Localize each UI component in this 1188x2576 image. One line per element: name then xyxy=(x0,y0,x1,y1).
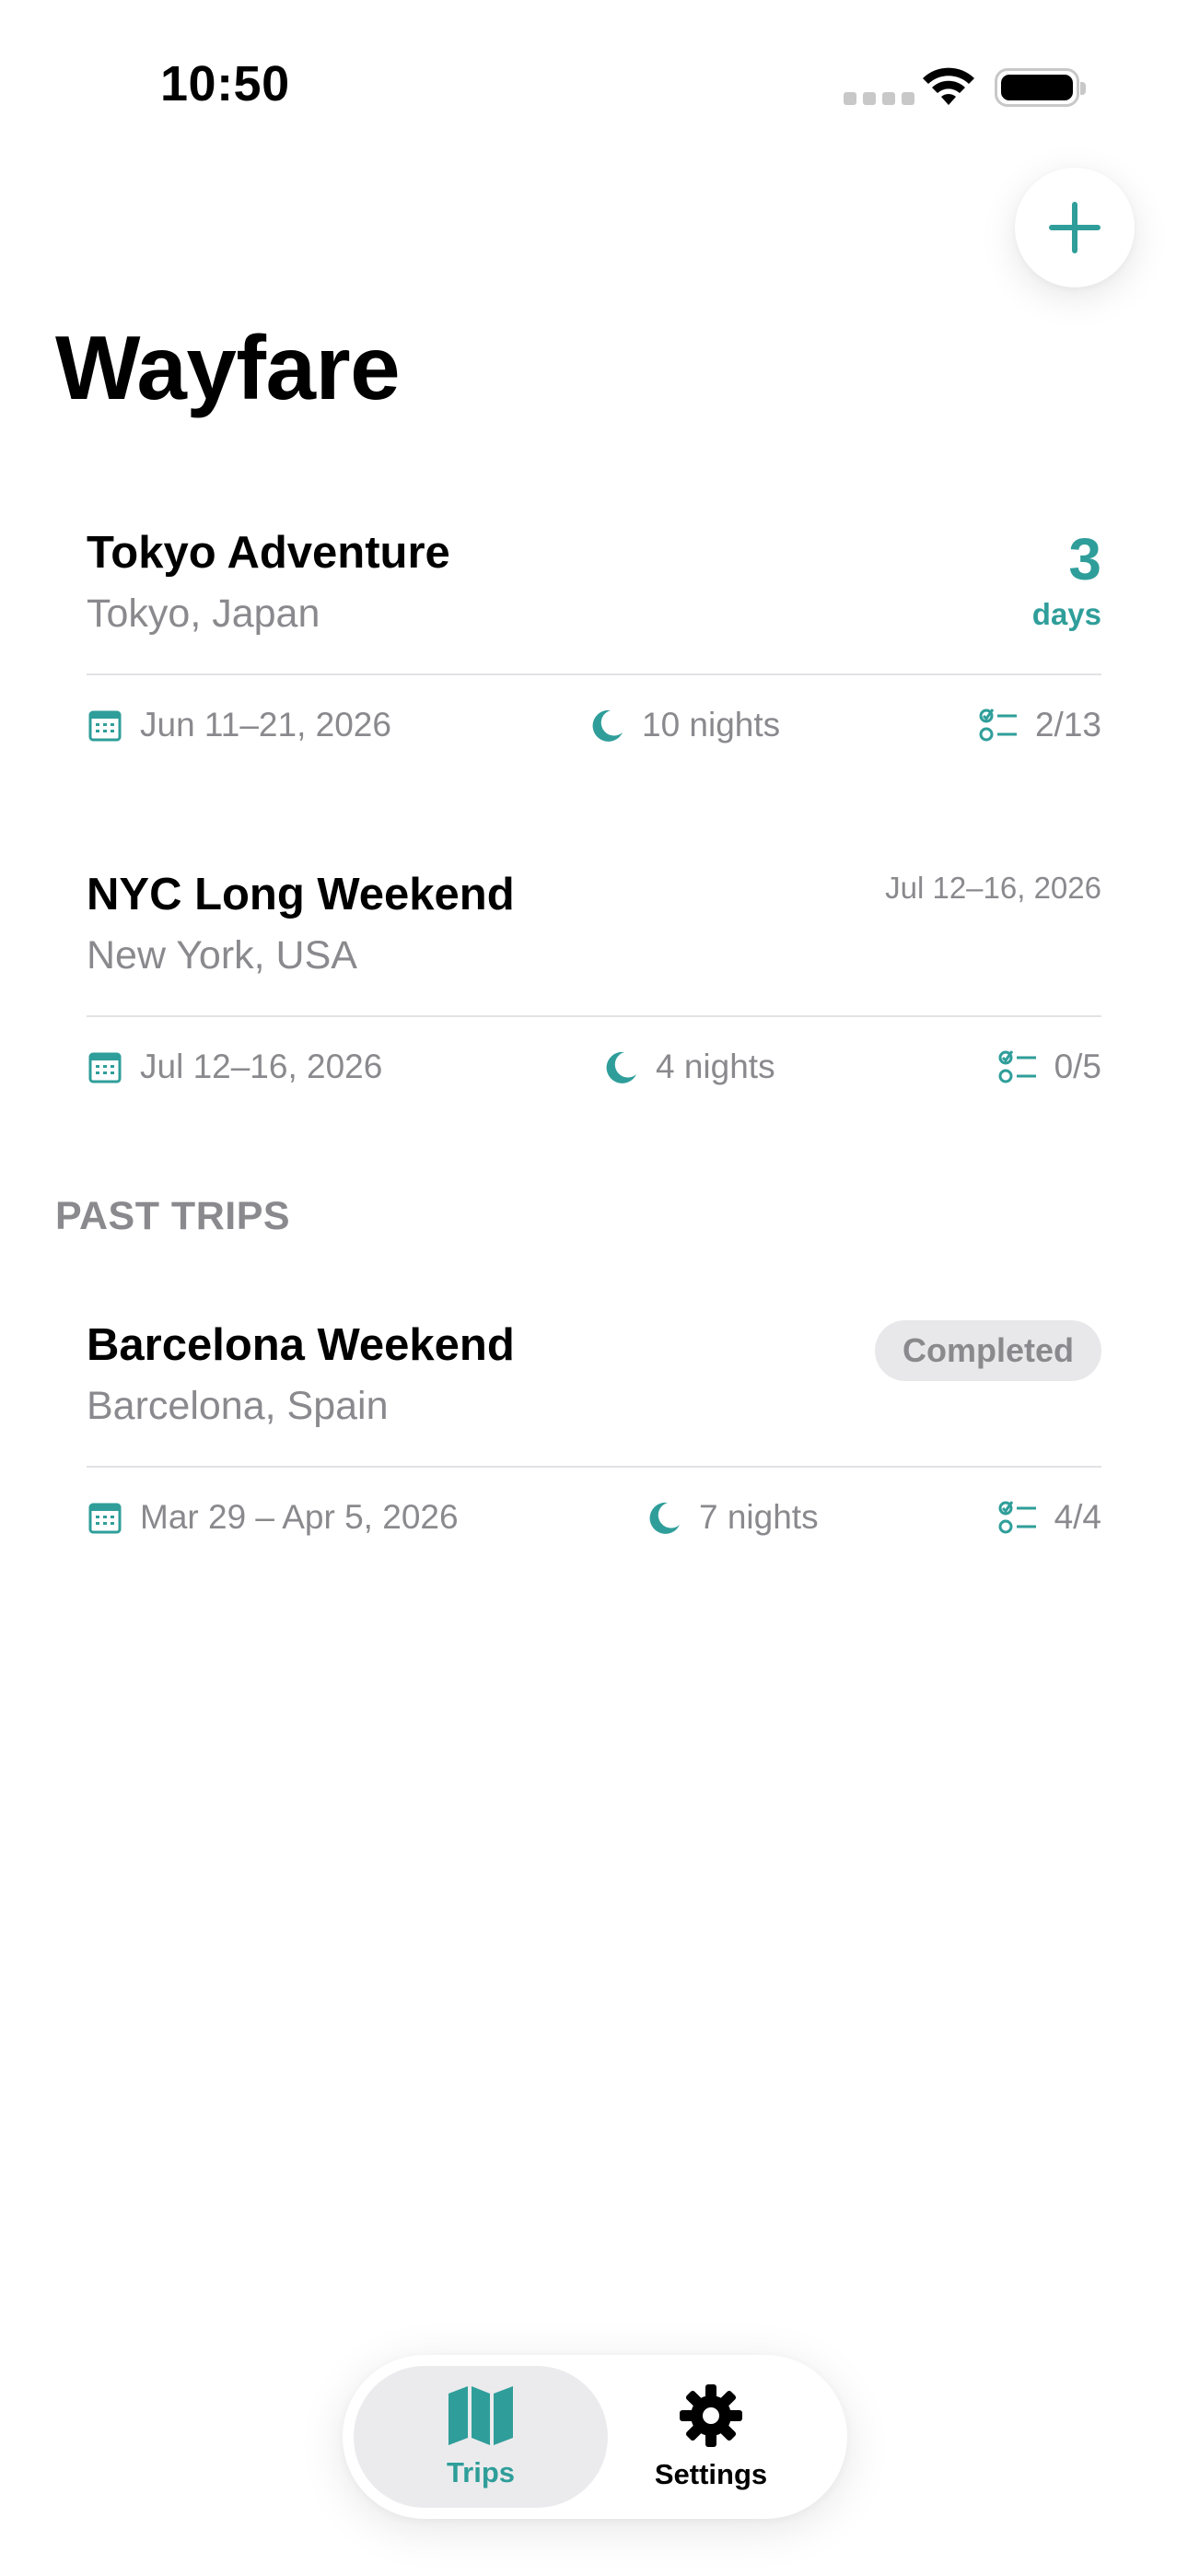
divider xyxy=(87,673,1101,675)
moon-icon xyxy=(649,1502,680,1534)
checklist-icon xyxy=(998,1050,1036,1083)
checklist-icon xyxy=(998,1501,1036,1534)
trip-dates: Jun 11–21, 2026 xyxy=(87,706,391,744)
add-trip-button[interactable] xyxy=(1015,168,1135,287)
calendar-icon xyxy=(88,1052,122,1083)
countdown-value: 3 xyxy=(1068,526,1101,592)
trip-card-barcelona[interactable]: Barcelona Weekend Barcelona, Spain Compl… xyxy=(87,1317,1101,1566)
divider xyxy=(87,1015,1101,1017)
trip-checklist: 2/13 xyxy=(978,706,1101,744)
dates-text: Mar 29 – Apr 5, 2026 xyxy=(140,1498,459,1536)
trip-date-label: Jul 12–16, 2026 xyxy=(885,871,1101,905)
battery-icon xyxy=(995,68,1086,107)
checklist-text: 4/4 xyxy=(1054,1498,1101,1536)
trip-location: New York, USA xyxy=(87,933,357,978)
trip-nights: 7 nights xyxy=(646,1498,819,1537)
tab-label: Trips xyxy=(446,2456,516,2488)
status-badge: Completed xyxy=(874,1320,1101,1381)
plus-icon xyxy=(1049,202,1101,253)
dates-text: Jun 11–21, 2026 xyxy=(140,706,391,744)
trip-title: NYC Long Weekend xyxy=(87,870,515,919)
trip-checklist: 0/5 xyxy=(997,1048,1101,1086)
tab-bar: Trips Settings xyxy=(343,2355,847,2519)
gear-icon xyxy=(680,2384,742,2447)
calendar-icon xyxy=(88,1503,122,1534)
trip-location: Tokyo, Japan xyxy=(87,591,320,636)
section-header-past-trips: PAST TRIPS xyxy=(55,1194,291,1238)
trip-dates: Jul 12–16, 2026 xyxy=(87,1048,382,1086)
trip-nights: 10 nights xyxy=(588,706,780,744)
cellular-signal-icon xyxy=(844,92,914,105)
trip-dates: Mar 29 – Apr 5, 2026 xyxy=(87,1498,459,1537)
countdown-unit: days xyxy=(1031,597,1101,631)
trip-title: Tokyo Adventure xyxy=(87,528,450,578)
divider xyxy=(87,1466,1101,1468)
status-time: 10:50 xyxy=(160,56,290,111)
trip-card-nyc[interactable]: NYC Long Weekend New York, USA Jul 12–16… xyxy=(87,867,1101,1116)
tab-trips[interactable]: Trips xyxy=(354,2366,608,2508)
trip-checklist: 4/4 xyxy=(997,1498,1101,1537)
trip-location: Barcelona, Spain xyxy=(87,1384,389,1428)
nights-text: 10 nights xyxy=(642,706,781,744)
moon-icon xyxy=(606,1051,636,1083)
dates-text: Jul 12–16, 2026 xyxy=(140,1048,383,1085)
trip-card-tokyo[interactable]: Tokyo Adventure Tokyo, Japan 3 days Jun … xyxy=(87,525,1101,774)
tab-settings[interactable]: Settings xyxy=(584,2366,838,2508)
checklist-text: 2/13 xyxy=(1034,706,1101,744)
wifi-icon xyxy=(923,67,974,105)
map-icon xyxy=(448,2386,513,2445)
trip-nights: 4 nights xyxy=(602,1048,775,1086)
checklist-text: 0/5 xyxy=(1054,1048,1101,1085)
moon-icon xyxy=(592,709,623,742)
checklist-icon xyxy=(979,708,1017,742)
page-title: Wayfare xyxy=(55,317,401,418)
tab-label: Settings xyxy=(654,2458,768,2490)
nights-text: 4 nights xyxy=(656,1048,775,1085)
trip-title: Barcelona Weekend xyxy=(87,1320,515,1370)
nights-text: 7 nights xyxy=(699,1498,819,1536)
calendar-icon xyxy=(88,710,122,742)
